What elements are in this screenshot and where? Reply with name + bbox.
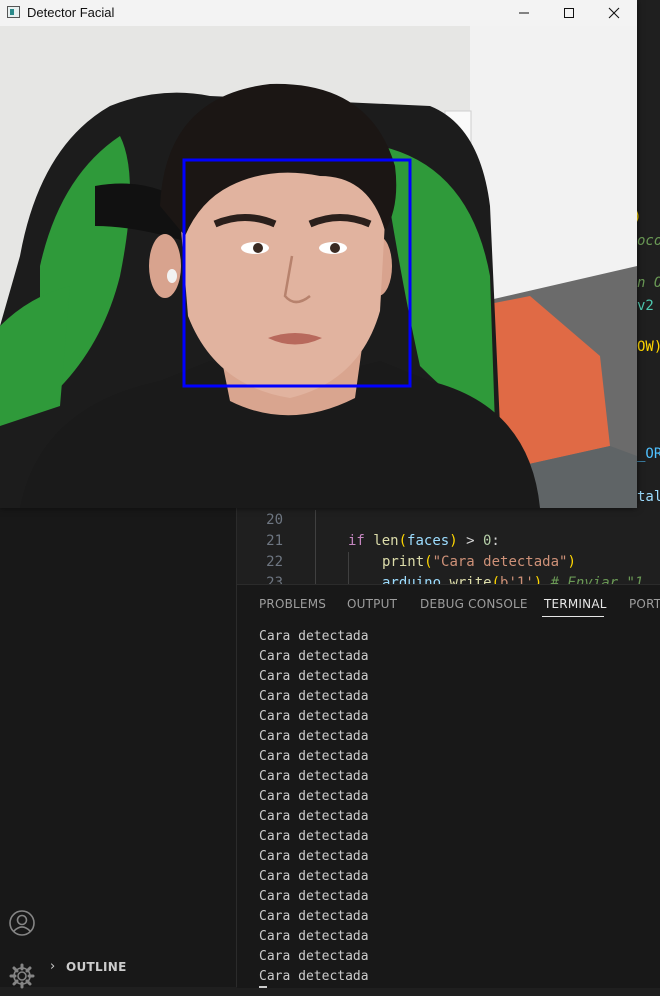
camera-feed: [0, 26, 637, 508]
close-icon: [608, 7, 620, 19]
maximize-button[interactable]: [546, 0, 592, 26]
terminal-line: Cara detectada: [259, 789, 369, 804]
code-text: arduino.write(b'1') # Enviar "1: [382, 575, 644, 584]
terminal-line: Cara detectada: [259, 849, 369, 864]
line-number: 20: [266, 512, 283, 528]
minimize-button[interactable]: [501, 0, 547, 26]
code-fragment: v2: [637, 298, 654, 314]
outline-label: OUTLINE: [66, 960, 127, 974]
code-line: 22 print("Cara detectada"): [237, 552, 660, 573]
terminal-line: Cara detectada: [259, 649, 369, 664]
indent-guide: [348, 573, 349, 584]
code-line: 21 if len(faces) > 0:: [237, 531, 660, 552]
maximize-icon: [564, 8, 574, 18]
tab-problems[interactable]: PROBLEMS: [259, 597, 326, 611]
terminal-line: Cara detectada: [259, 809, 369, 824]
terminal-line: Cara detectada: [259, 729, 369, 744]
tab-terminal[interactable]: TERMINAL: [544, 597, 607, 611]
terminal-line: Cara detectada: [259, 929, 369, 944]
terminal-line: Cara detectada: [259, 749, 369, 764]
window-titlebar[interactable]: Detector Facial: [0, 0, 637, 26]
indent-guide: [315, 573, 316, 584]
indent-guide: [315, 510, 316, 531]
terminal-output[interactable]: Cara detectada Cara detectada Cara detecta…: [259, 627, 659, 987]
minimize-icon: [519, 12, 529, 14]
window-title: Detector Facial: [27, 5, 115, 20]
terminal-line: Cara detectada: [259, 669, 369, 684]
code-line: 20: [237, 510, 660, 531]
tab-debug-console[interactable]: DEBUG CONSOLE: [420, 597, 528, 611]
line-number: 22: [266, 554, 283, 570]
code-fragment: OW): [637, 339, 660, 355]
line-number: 23: [266, 575, 283, 584]
chevron-right-icon: ›: [50, 959, 56, 974]
bottom-panel: PROBLEMS OUTPUT DEBUG CONSOLE TERMINAL P…: [237, 584, 660, 988]
code-text: if len(faces) > 0:: [348, 533, 500, 549]
code-fragment: oco: [637, 233, 660, 249]
indent-guide: [315, 552, 316, 573]
terminal-line: Cara detectada: [259, 689, 369, 704]
webcam-image: [0, 26, 637, 508]
terminal-line: Cara detectada: [259, 769, 369, 784]
terminal-line: Cara detectada: [259, 709, 369, 724]
account-icon[interactable]: [0, 903, 44, 943]
close-button[interactable]: [591, 0, 637, 26]
terminal-line: Cara detectada: [259, 969, 369, 984]
tab-ports[interactable]: PORTS: [629, 597, 660, 611]
code-line: 23 arduino.write(b'1') # Enviar "1: [237, 573, 660, 584]
tab-output[interactable]: OUTPUT: [347, 597, 397, 611]
terminal-line: Cara detectada: [259, 889, 369, 904]
terminal-line: Cara detectada: [259, 629, 369, 644]
outline-section-header[interactable]: › OUTLINE: [44, 955, 236, 981]
terminal-line: Cara detectada: [259, 869, 369, 884]
code-text: print("Cara detectada"): [382, 554, 576, 570]
indent-guide: [315, 531, 316, 552]
code-fragment: n O: [637, 275, 660, 291]
settings-gear-icon[interactable]: [0, 956, 44, 996]
panel-tabs: PROBLEMS OUTPUT DEBUG CONSOLE TERMINAL P…: [237, 585, 660, 621]
line-number: 21: [266, 533, 283, 549]
code-fragment: _OR: [637, 446, 660, 462]
detector-facial-window[interactable]: Detector Facial: [0, 0, 637, 508]
terminal-line: Cara detectada: [259, 909, 369, 924]
code-fragment: tal: [637, 489, 660, 505]
active-tab-indicator: [542, 616, 604, 617]
terminal-line: Cara detectada: [259, 829, 369, 844]
terminal-cursor: [259, 986, 267, 988]
terminal-line: Cara detectada: [259, 949, 369, 964]
app-icon: [7, 6, 20, 18]
indent-guide: [348, 552, 349, 573]
